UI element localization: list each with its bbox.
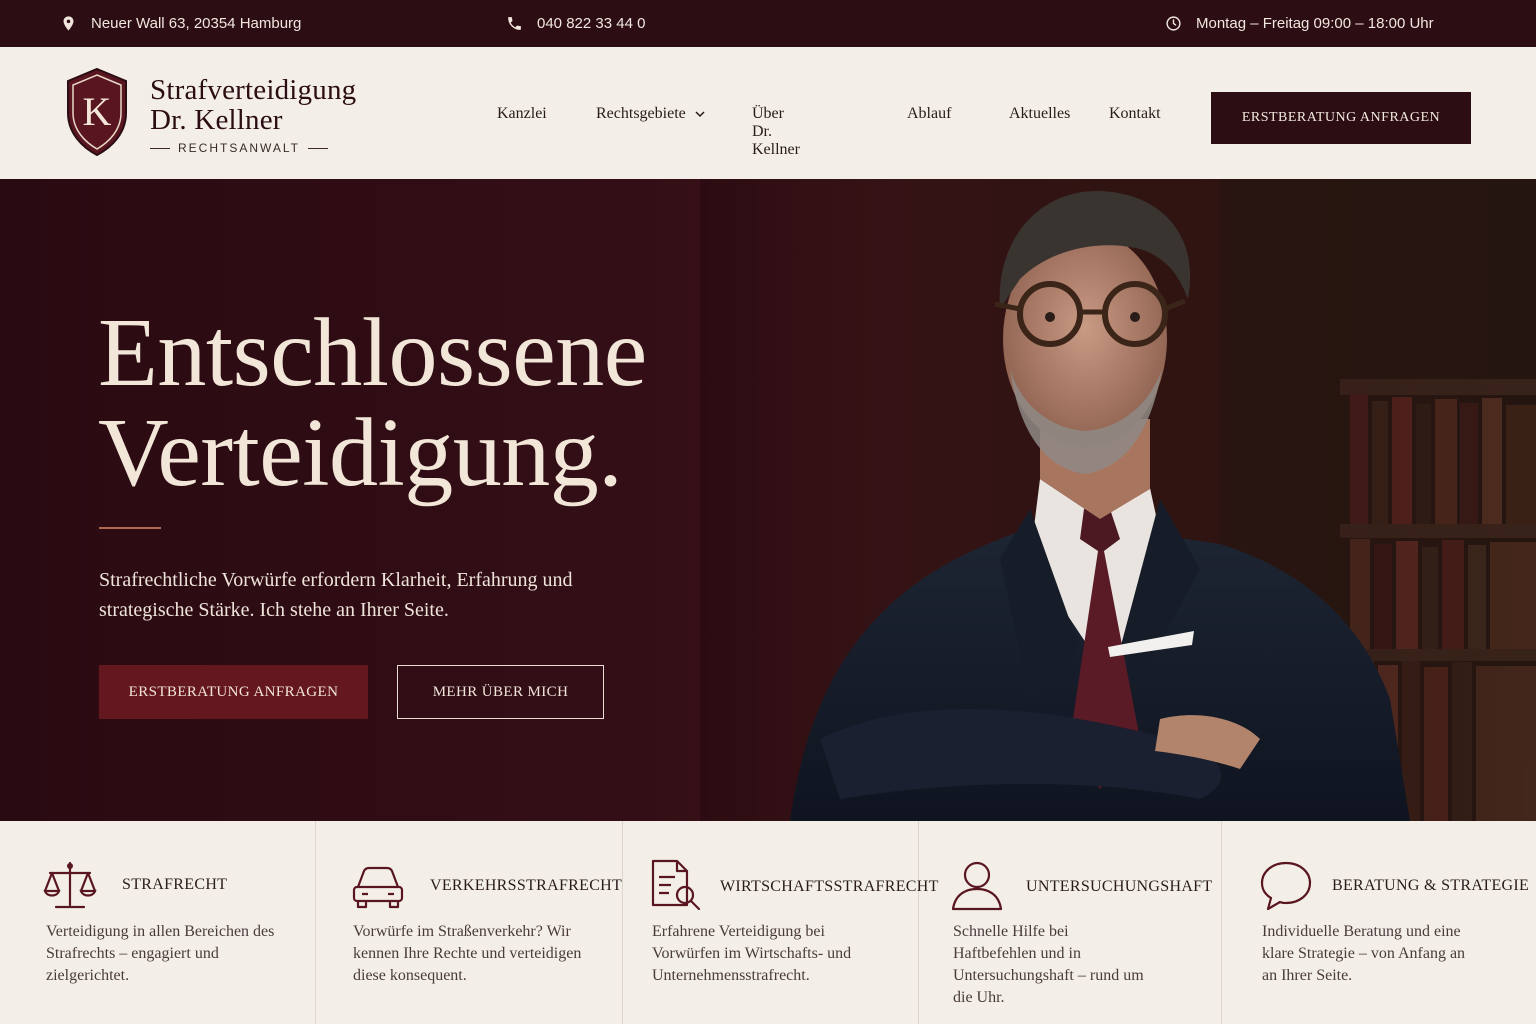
card-wirtschaftsstrafrecht[interactable]: WIRTSCHAFTSSTRAFRECHT Erfahrene Verteidi… xyxy=(623,821,938,1024)
logo-subtitle: RECHTSANWALT xyxy=(150,141,356,155)
divider xyxy=(150,147,170,149)
card-description: Vorwürfe im Straßenverkehr? Wir kennen I… xyxy=(353,923,582,984)
card-strafrecht[interactable]: STRAFRECHT Verteidigung in allen Bereich… xyxy=(0,821,316,1024)
hero-about-button[interactable]: MEHR ÜBER MICH xyxy=(397,665,604,719)
phone-icon xyxy=(508,17,521,30)
nav-label: Kanzlei xyxy=(497,105,547,122)
scales-icon xyxy=(43,861,97,909)
car-icon xyxy=(352,866,404,909)
logo-line-2: Dr. Kellner xyxy=(150,104,283,136)
accent-divider xyxy=(99,527,161,529)
card-beratung-strategie[interactable]: BERATUNG & STRATEGIE Individuelle Beratu… xyxy=(1222,821,1536,1024)
card-description: Schnelle Hilfe bei Haftbefehlen und in U… xyxy=(953,923,1144,1006)
divider xyxy=(308,147,329,149)
practice-areas: STRAFRECHT Verteidigung in allen Bereich… xyxy=(0,821,1536,1024)
card-title: WIRTSCHAFTSSTRAFRECHT xyxy=(720,878,939,895)
card-title: BERATUNG & STRATEGIE xyxy=(1332,877,1530,894)
nav-item-ablauf[interactable]: Ablauf xyxy=(907,105,951,123)
logo-monogram: K xyxy=(83,89,112,134)
location-pin-icon xyxy=(63,16,74,31)
hero-consultation-button[interactable]: ERSTBERATUNG ANFRAGEN xyxy=(99,665,368,719)
nav-label: Rechtsgebiete xyxy=(596,105,686,122)
nav-item-kanzlei[interactable]: Kanzlei xyxy=(497,105,547,123)
logo-line-1: Strafverteidigung xyxy=(150,74,357,106)
person-icon xyxy=(951,861,1003,911)
phone-text[interactable]: 040 822 33 44 0 xyxy=(537,15,645,32)
top-info-bar: Neuer Wall 63, 20354 Hamburg 040 822 33 … xyxy=(0,0,1536,47)
hero-title: Entschlossene Verteidigung. xyxy=(98,303,647,503)
hours-text: Montag – Freitag 09:00 – 18:00 Uhr xyxy=(1196,15,1434,32)
nav-item-kontakt[interactable]: Kontakt xyxy=(1109,105,1161,123)
hero-lead-text: Strafrechtliche Vorwürfe erfordern Klarh… xyxy=(99,569,573,621)
header-consultation-button[interactable]: ERSTBERATUNG ANFRAGEN xyxy=(1211,92,1471,144)
card-untersuchungshaft[interactable]: UNTERSUCHUNGSHAFT Schnelle Hilfe bei Haf… xyxy=(919,821,1222,1024)
hero-section: Entschlossene Verteidigung. Strafrechtli… xyxy=(0,179,1536,821)
phone-info[interactable]: 040 822 33 44 0 xyxy=(506,0,645,47)
nav-item-rechtsgebiete[interactable]: Rechtsgebiete xyxy=(596,105,706,123)
document-search-icon xyxy=(651,859,701,911)
logo-sub-text: RECHTSANWALT xyxy=(178,141,301,155)
address-info: Neuer Wall 63, 20354 Hamburg xyxy=(60,0,301,47)
card-verkehrsstrafrecht[interactable]: VERKEHRSSTRAFRECHT Vorwürfe im Straßenve… xyxy=(316,821,623,1024)
address-text: Neuer Wall 63, 20354 Hamburg xyxy=(91,15,302,32)
shield-logo-icon: K xyxy=(67,67,127,157)
logo[interactable]: K Strafverteidigung Dr. Kellner RECHTSAN… xyxy=(64,67,356,157)
chevron-down-icon xyxy=(695,111,705,118)
nav-item-aktuelles[interactable]: Aktuelles xyxy=(1009,105,1070,123)
lawyer-portrait-image xyxy=(700,179,1536,821)
clock-icon xyxy=(1166,16,1181,31)
nav-item-ueber[interactable]: Über Dr. Kellner xyxy=(752,105,800,159)
hours-info: Montag – Freitag 09:00 – 18:00 Uhr xyxy=(1165,0,1434,47)
nav-label: Aktuelles xyxy=(1009,105,1071,122)
nav-label: Ablauf xyxy=(907,105,952,122)
card-title: VERKEHRSSTRAFRECHT xyxy=(430,877,623,894)
speech-bubble-icon xyxy=(1260,861,1312,911)
nav-label: Über Dr. Kellner xyxy=(752,105,800,158)
card-description: Individuelle Beratung und eine klare Str… xyxy=(1262,923,1466,984)
site-header: K Strafverteidigung Dr. Kellner RECHTSAN… xyxy=(0,47,1536,179)
card-description: Verteidigung in allen Bereichen des Stra… xyxy=(46,923,275,984)
nav-label: Kontakt xyxy=(1109,105,1161,122)
hero-title-line-2: Verteidigung. xyxy=(98,399,623,507)
card-description: Erfahrene Verteidigung bei Vorwürfen im … xyxy=(652,923,852,984)
card-title: STRAFRECHT xyxy=(122,876,228,893)
card-title: UNTERSUCHUNGSHAFT xyxy=(1026,878,1213,895)
hero-title-line-1: Entschlossene xyxy=(98,299,647,407)
